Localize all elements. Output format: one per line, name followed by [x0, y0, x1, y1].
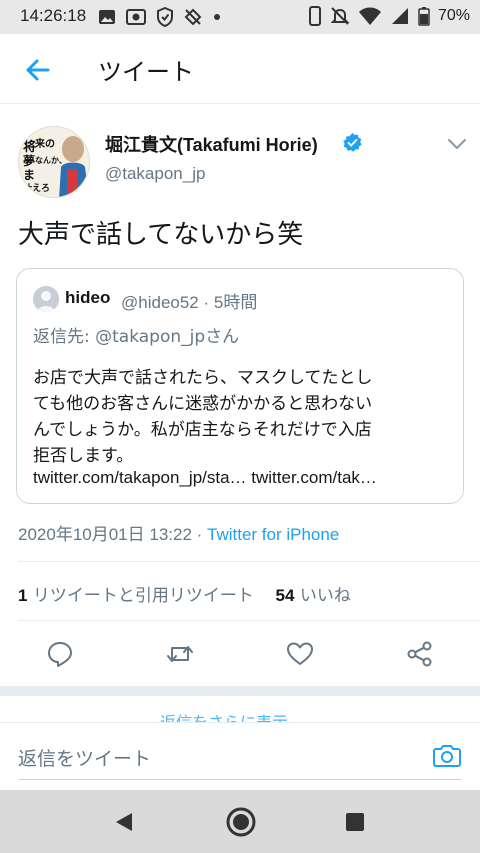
retweet-icon[interactable] — [166, 640, 194, 668]
like-label[interactable]: いいね — [300, 586, 351, 606]
quoted-avatar — [33, 286, 59, 312]
nav-back-icon[interactable] — [112, 810, 136, 834]
reply-bar: 返信をツイート — [0, 722, 480, 790]
reply-underline — [18, 779, 462, 780]
wifi-icon — [358, 7, 381, 25]
reply-to-label: 返信先: @takapon_jpさん — [33, 327, 240, 347]
tweet-actions — [0, 636, 480, 676]
signal-icon — [391, 8, 408, 24]
section-divider — [0, 686, 480, 696]
reply-input[interactable]: 返信をツイート — [18, 744, 151, 771]
location-off-icon — [184, 8, 202, 26]
quoted-text-line: 拒否します。 — [33, 446, 134, 466]
tweet-text: 大声で話してないから笑 — [18, 220, 304, 250]
author-handle[interactable]: @takapon_jp — [105, 164, 205, 184]
like-icon[interactable] — [286, 640, 314, 668]
system-nav-bar — [0, 790, 480, 853]
default-user-icon — [33, 286, 59, 312]
svg-text:なんか、: なんか、 — [35, 156, 67, 165]
dot-icon — [214, 14, 220, 20]
nav-home-icon[interactable] — [225, 806, 257, 838]
retweet-label[interactable]: リツイートと引用リツイート — [33, 586, 254, 606]
reply-icon[interactable] — [46, 640, 74, 668]
app-header: ツイート — [0, 34, 480, 104]
avatar[interactable]: 将 来の 夢 なんか、 ま 叶えろ — [18, 126, 90, 198]
quoted-author-handle: @hideo52 — [121, 293, 199, 312]
svg-text:夢: 夢 — [23, 153, 35, 168]
like-count[interactable]: 54 — [276, 586, 295, 605]
quoted-text-line: ても他のお客さんに迷惑がかかると思わない — [33, 394, 373, 414]
image-icon — [99, 10, 115, 24]
quoted-text-line: お店で大声で話されたら、マスクしてたとし — [33, 368, 373, 388]
media-icon — [126, 9, 146, 25]
quoted-author-name: hideo — [65, 288, 111, 307]
phone-icon — [308, 6, 321, 26]
quoted-links[interactable]: twitter.com/takapon_jp/sta… twitter.com/… — [33, 468, 453, 488]
arrow-left-icon[interactable] — [22, 54, 54, 86]
author-name[interactable]: 堀江貴文(Takafumi Horie) — [105, 131, 318, 157]
mute-icon — [330, 7, 350, 25]
divider — [18, 620, 480, 621]
battery-icon — [418, 7, 430, 26]
avatar-book-cover: 将 来の 夢 なんか、 ま 叶えろ — [19, 127, 89, 197]
status-bar: 14:26:18 70% — [0, 0, 480, 34]
tweet-source-link[interactable]: Twitter for iPhone — [207, 525, 339, 544]
svg-text:ま: ま — [23, 168, 35, 182]
timestamp-separator: · — [191, 525, 208, 544]
quoted-time: · 5時間 — [198, 293, 258, 312]
quoted-tweet-card[interactable]: hideo @hideo52 · 5時間 返信先: @takapon_jpさん … — [16, 268, 464, 504]
shield-icon — [157, 7, 173, 27]
tweet-stats: 1 リツイートと引用リツイート 54 いいね — [18, 581, 351, 606]
svg-text:叶えろ: 叶えろ — [23, 182, 50, 194]
chevron-down-icon[interactable] — [446, 136, 468, 152]
retweet-count[interactable]: 1 — [18, 586, 27, 605]
battery-percent: 70% — [437, 7, 470, 24]
tweet-timestamp: 2020年10月01日 13:22 — [18, 525, 192, 544]
page-title: ツイート — [98, 58, 194, 86]
quoted-tweet-text: お店で大声で話されたら、マスクしてたとし ても他のお客さんに迷惑がかかると思わな… — [33, 365, 453, 469]
verified-badge-icon — [343, 132, 362, 152]
divider — [18, 561, 480, 562]
quoted-text-line: んでしょうか。私が店主ならそれだけで入店 — [33, 420, 372, 440]
share-icon[interactable] — [406, 640, 434, 668]
svg-text:来の: 来の — [34, 137, 55, 150]
status-time: 14:26:18 — [20, 6, 87, 25]
tweet-timestamp-row: 2020年10月01日 13:22 · Twitter for iPhone — [18, 520, 339, 545]
camera-icon[interactable] — [432, 740, 462, 770]
nav-recent-apps-icon[interactable] — [345, 812, 365, 832]
